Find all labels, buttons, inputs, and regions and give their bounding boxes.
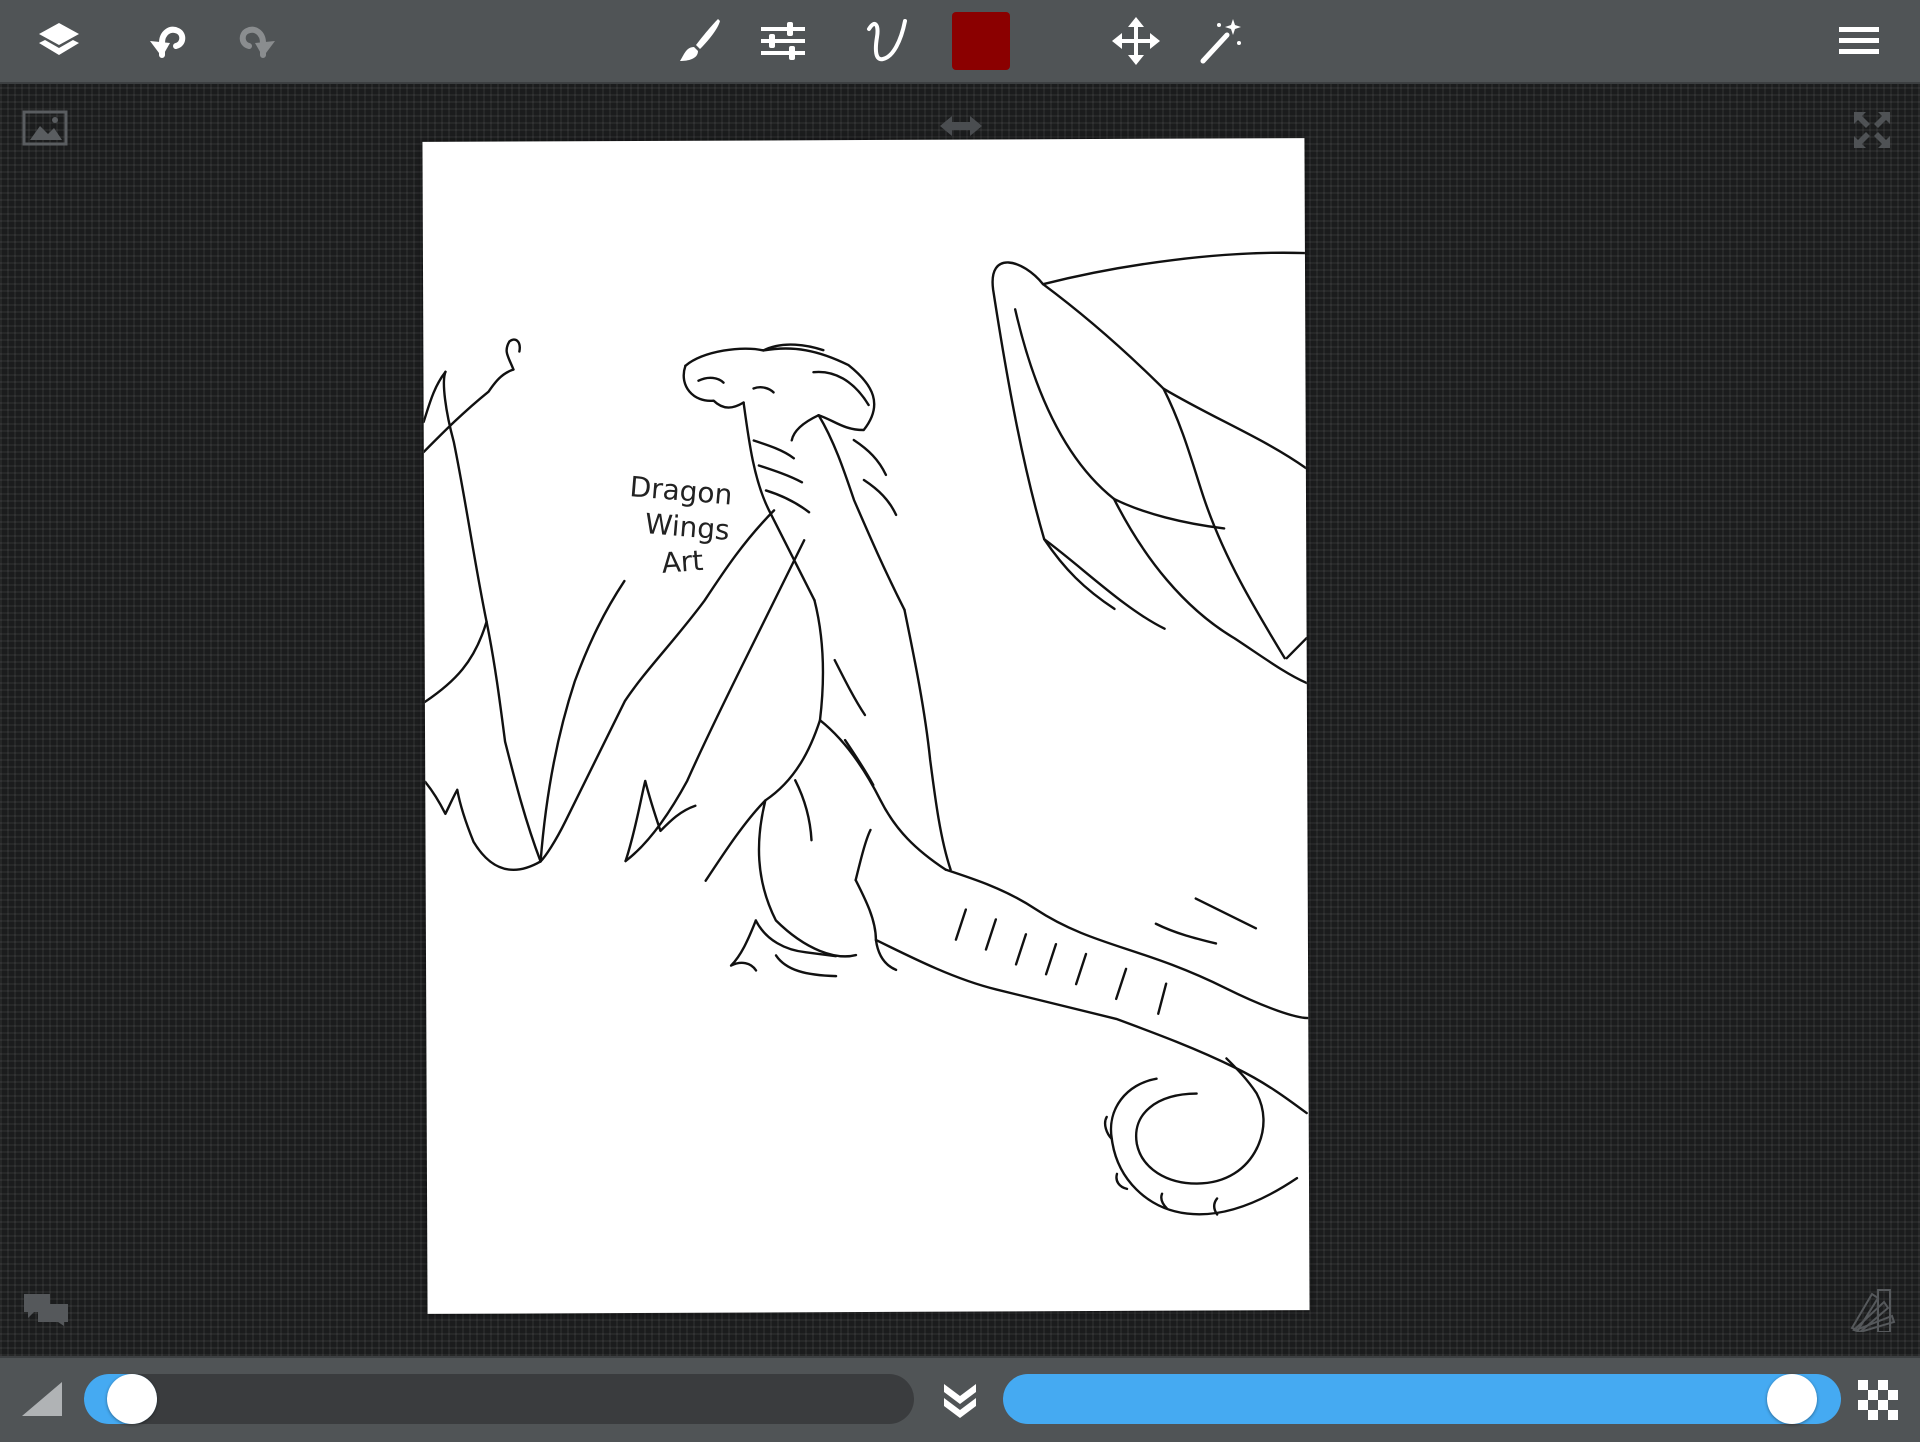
svg-text:Wings: Wings <box>644 507 731 547</box>
move-icon[interactable] <box>1095 0 1177 82</box>
size-triangle-icon <box>20 1380 64 1422</box>
top-toolbar <box>0 0 1920 84</box>
dragon-artwork: Dragon Wings Art <box>422 251 1310 1216</box>
color-swatch[interactable] <box>952 12 1010 70</box>
opacity-slider[interactable] <box>1003 1374 1841 1424</box>
workspace[interactable]: Dragon Wings Art <box>0 84 1920 1356</box>
svg-text:Art: Art <box>660 544 704 580</box>
chat-icon[interactable] <box>22 1292 70 1332</box>
bottom-toolbar <box>0 1356 1920 1442</box>
menu-icon[interactable] <box>1818 0 1900 82</box>
artwork-signature: Dragon Wings Art <box>628 470 733 580</box>
stroke-curve-icon[interactable] <box>846 0 928 82</box>
fullscreen-icon[interactable] <box>1852 110 1892 154</box>
transparency-checker-icon[interactable] <box>1858 1380 1898 1424</box>
opacity-thumb[interactable] <box>1767 1374 1817 1424</box>
sliders-icon[interactable] <box>742 0 824 82</box>
color-palette-icon[interactable] <box>1848 1286 1896 1336</box>
svg-text:Dragon: Dragon <box>628 470 733 511</box>
magic-wand-icon[interactable] <box>1180 0 1262 82</box>
undo-icon[interactable] <box>125 0 207 82</box>
brush-icon[interactable] <box>657 0 739 82</box>
brush-size-thumb[interactable] <box>107 1374 157 1424</box>
reference-image-icon[interactable] <box>22 110 68 150</box>
redo-icon[interactable] <box>218 0 300 82</box>
flip-horizontal-icon[interactable] <box>938 114 984 142</box>
layers-icon[interactable] <box>18 0 100 82</box>
brush-size-slider[interactable] <box>84 1374 914 1424</box>
drawing-canvas[interactable]: Dragon Wings Art <box>422 138 1310 1314</box>
collapse-down-icon[interactable] <box>940 1380 980 1424</box>
